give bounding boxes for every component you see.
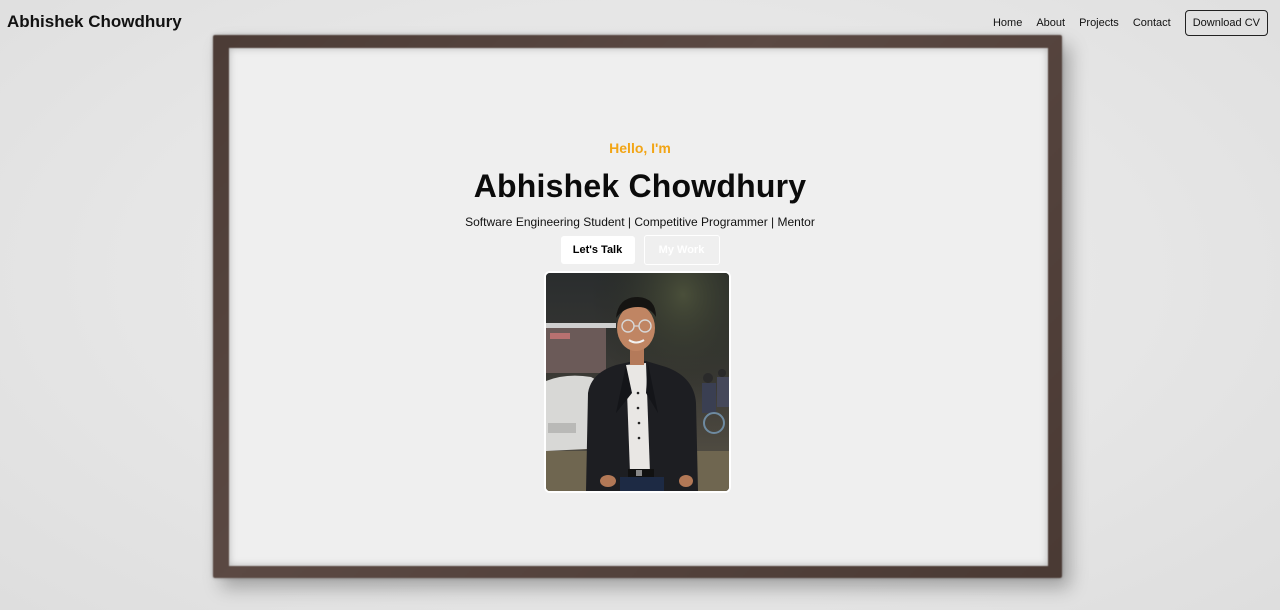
lets-talk-button[interactable]: Let's Talk xyxy=(560,236,635,264)
hero-tagline: Software Engineering Student | Competiti… xyxy=(465,215,815,229)
nav-link-contact[interactable]: Contact xyxy=(1133,17,1171,29)
download-cv-button[interactable]: Download CV xyxy=(1184,10,1268,36)
profile-photo-image xyxy=(546,273,729,491)
brand-logo[interactable]: Abhishek Chowdhury xyxy=(7,12,182,32)
nav-link-about[interactable]: About xyxy=(1036,17,1065,29)
nav-link-projects[interactable]: Projects xyxy=(1079,17,1119,29)
hero-actions: Let's Talk My Work xyxy=(0,235,1280,265)
my-work-button[interactable]: My Work xyxy=(643,235,720,265)
profile-photo xyxy=(544,271,731,493)
navbar: Abhishek Chowdhury Home About Projects C… xyxy=(0,0,1280,44)
nav-link-home[interactable]: Home xyxy=(993,17,1022,29)
greeting-text: Hello, I'm xyxy=(609,140,671,156)
hero-name: Abhishek Chowdhury xyxy=(473,168,807,204)
nav-links: Home About Projects Contact Download CV xyxy=(979,10,1268,36)
